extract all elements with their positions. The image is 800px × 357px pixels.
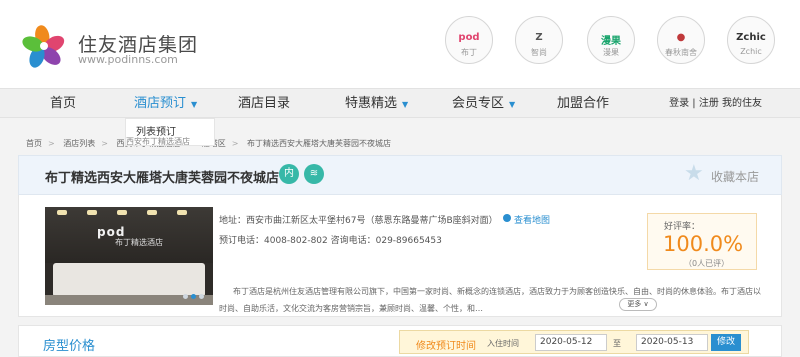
hotel-name: 布丁精选西安大雁塔大唐芙蓉园不夜城店: [45, 171, 280, 186]
brand-pod[interactable]: pod 布丁: [443, 16, 495, 64]
map-pin-icon: [503, 214, 511, 222]
view-map-link[interactable]: 查看地图: [503, 213, 550, 226]
nav-member-label: 会员专区: [452, 96, 505, 111]
brand-pod-label: 布丁: [461, 48, 477, 57]
hotel-phone: 预订电话：4008-802-802 咨询电话：029-89665453: [219, 236, 442, 246]
main-nav: 首页 酒店预订 ▼ 酒店目录 特惠精选 ▼ 会员专区 ▼ 加盟合作 登录 | 注册 我…: [0, 88, 800, 118]
modify-date-label: 修改预订时间: [416, 341, 476, 352]
brand-manguo-mark: 漫果: [601, 36, 621, 47]
nav-hotel-directory[interactable]: 酒店目录: [238, 89, 290, 118]
checkout-date-input[interactable]: 2020-05-13: [636, 334, 708, 351]
submenu-item-xian[interactable]: 西安布丁精选酒店: [126, 136, 190, 147]
nav-deals[interactable]: 特惠精选 ▼: [345, 89, 408, 118]
site-header: 住友酒店集团 www.podinns.com pod 布丁 Z 智尚 漫果 漫果 ● 春…: [0, 0, 800, 88]
rating-value: 100.0%: [663, 232, 744, 256]
chevron-down-icon: ▼: [402, 100, 409, 109]
brand-pod-mark: pod: [458, 32, 480, 43]
view-map-label: 查看地图: [514, 216, 551, 226]
login-register-links[interactable]: 登录 | 注册 我的住友: [669, 89, 762, 118]
brand-zsmart-mark: Z: [535, 32, 543, 43]
nav-member[interactable]: 会员专区 ▼: [452, 89, 515, 118]
date-modify-box: 修改预订时间 入住时间 2020-05-12 至 2020-05-13 修改: [399, 330, 749, 354]
checkin-label: 入住时间: [487, 339, 519, 348]
inner-service-icon: 内: [279, 164, 299, 184]
hotel-info-panel: pod 布丁精选酒店 地址：西安市曲江新区太平堡村67号（慈恩东路曼蒂广场B座斜…: [18, 195, 782, 317]
nav-deals-label: 特惠精选: [345, 96, 398, 111]
brand-zchic-label: Zchic: [740, 47, 762, 56]
rating-box: 好评率： 100.0% （0人已评）: [647, 213, 757, 270]
star-icon[interactable]: ★: [684, 163, 704, 185]
brand-logo[interactable]: [20, 22, 68, 70]
booking-submenu: 列表预订 西安布丁精选酒店: [125, 118, 215, 146]
checkin-date-input[interactable]: 2020-05-12: [535, 334, 607, 351]
photo-sign-sub: 布丁精选酒店: [115, 238, 163, 247]
breadcrumb-current: 布丁精选西安大雁塔大唐芙蓉园不夜城店: [247, 139, 391, 148]
room-price-bar: 房型价格 修改预订时间 入住时间 2020-05-12 至 2020-05-13…: [18, 325, 782, 357]
breadcrumb-hotel-list[interactable]: 酒店列表: [63, 139, 95, 148]
brand-zchic-mark: Zchic: [736, 32, 766, 43]
to-label: 至: [613, 339, 621, 348]
brand-zsmart-label: 智尚: [531, 48, 547, 57]
brand-chunqiu-mark: ●: [676, 32, 686, 43]
wifi-icon: ≋: [304, 164, 324, 184]
hotel-address: 地址：西安市曲江新区太平堡村67号（慈恩东路曼蒂广场B座斜对面）: [219, 216, 498, 226]
hotel-title-bar: 布丁精选西安大雁塔大唐芙蓉园不夜城店 内 ≋ ★ 收藏本店: [18, 155, 782, 195]
brand-url: www.podinns.com: [78, 53, 178, 66]
nav-franchise[interactable]: 加盟合作: [557, 89, 609, 118]
rating-label: 好评率：: [664, 222, 701, 232]
nav-hotel-booking[interactable]: 酒店预订 ▼: [134, 89, 197, 118]
hotel-photo[interactable]: pod 布丁精选酒店: [45, 207, 213, 305]
brand-chunqiu-label: 春秋南舍: [665, 48, 697, 57]
modify-button[interactable]: 修改: [711, 334, 741, 351]
breadcrumb-home[interactable]: 首页: [26, 139, 42, 148]
chevron-down-icon: ▼: [509, 100, 516, 109]
brand-manguo[interactable]: 漫果 漫果: [585, 16, 637, 64]
brand-chunqiu[interactable]: ● 春秋南舍: [655, 16, 707, 64]
more-button[interactable]: 更多 ∨: [619, 298, 657, 311]
brand-manguo-label: 漫果: [603, 48, 619, 57]
rating-count: （0人已评）: [684, 259, 730, 268]
brand-zchic[interactable]: Zchic Zchic: [725, 16, 777, 64]
favorite-hotel-button[interactable]: 收藏本店: [711, 168, 759, 185]
nav-hotel-booking-label: 酒店预订: [134, 96, 187, 111]
room-price-title: 房型价格: [43, 339, 96, 354]
hotel-description: 布丁酒店是杭州住友酒店管理有限公司旗下，中国第一家时尚、新概念的连锁酒店，酒店致…: [219, 287, 761, 313]
brand-zsmart[interactable]: Z 智尚: [513, 16, 565, 64]
chevron-down-icon: ▼: [191, 100, 198, 109]
nav-home[interactable]: 首页: [50, 89, 76, 118]
